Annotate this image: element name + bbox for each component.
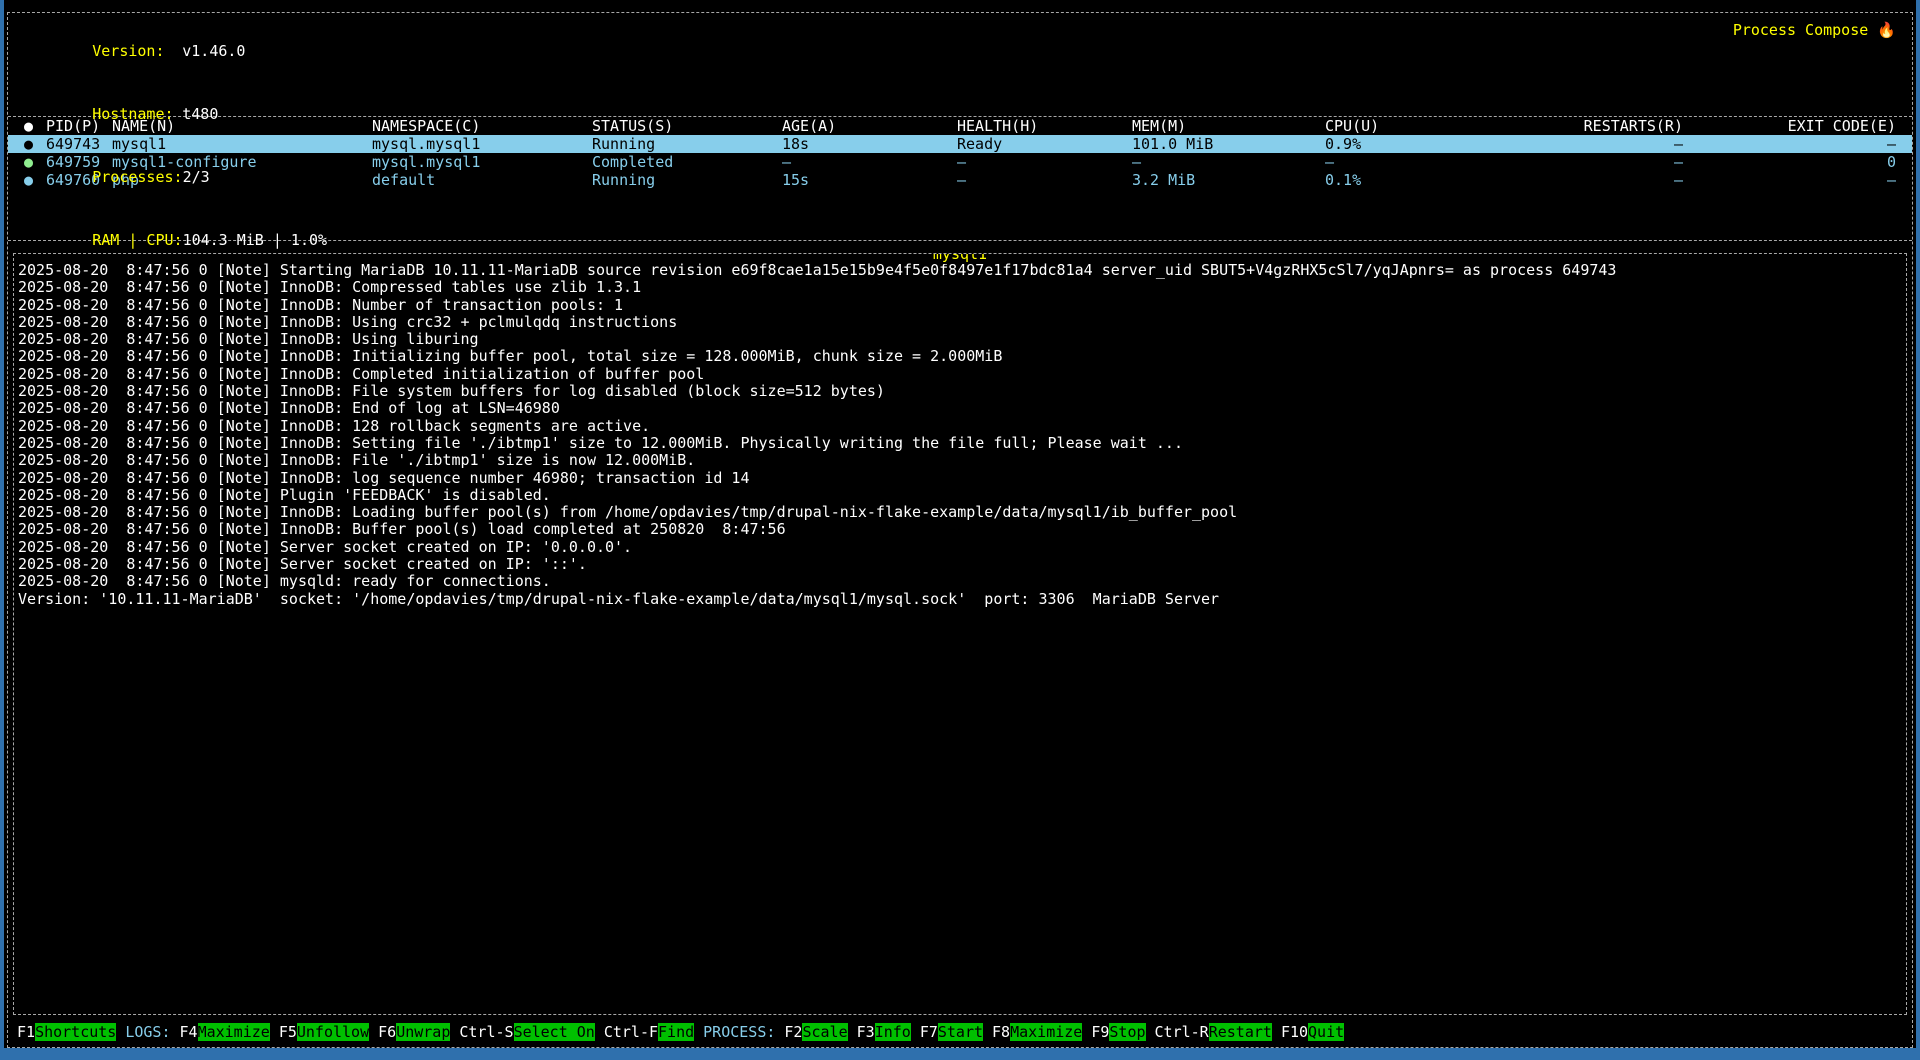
app-title: Process Compose 🔥	[1733, 20, 1896, 41]
processes-label: Processes:	[92, 167, 182, 188]
log-line: 2025-08-20 8:47:56 0 [Note] InnoDB: Comp…	[18, 279, 1902, 296]
shortcut-info[interactable]: F3Info	[857, 1023, 911, 1041]
hostname-value: t480	[182, 105, 218, 123]
shortcut-label: Shortcuts	[35, 1023, 116, 1041]
shortcut-find[interactable]: Ctrl-FFind	[604, 1023, 694, 1041]
shortcut-key: F6	[378, 1023, 396, 1041]
log-line: 2025-08-20 8:47:56 0 [Note] InnoDB: Init…	[18, 348, 1902, 365]
header-panel: Version:v1.46.0 Hostname:t480 Processes:…	[8, 13, 1912, 117]
log-line: 2025-08-20 8:47:56 0 [Note] InnoDB: Sett…	[18, 435, 1902, 452]
log-line: 2025-08-20 8:47:56 0 [Note] InnoDB: End …	[18, 400, 1902, 417]
shortcut-restart[interactable]: Ctrl-RRestart	[1155, 1023, 1272, 1041]
log-line: 2025-08-20 8:47:56 0 [Note] Starting Mar…	[18, 262, 1902, 279]
shortcut-label: Start	[938, 1023, 983, 1041]
shortcut-label: Info	[875, 1023, 911, 1041]
shortcut-stop[interactable]: F9Stop	[1091, 1023, 1145, 1041]
log-line: 2025-08-20 8:47:56 0 [Note] InnoDB: log …	[18, 470, 1902, 487]
shortcut-select-on[interactable]: Ctrl-SSelect On	[459, 1023, 594, 1041]
processes-value: 2/3	[183, 168, 210, 186]
log-lines: 2025-08-20 8:47:56 0 [Note] Starting Mar…	[18, 262, 1902, 608]
shortcut-key: F4	[180, 1023, 198, 1041]
version-line: Version:v1.46.0	[20, 20, 1900, 83]
log-line: 2025-08-20 8:47:56 0 [Note] InnoDB: File…	[18, 383, 1902, 400]
log-line: 2025-08-20 8:47:56 0 [Note] InnoDB: Load…	[18, 504, 1902, 521]
shortcut-maximize[interactable]: F8Maximize	[992, 1023, 1082, 1041]
shortcut-label: Maximize	[198, 1023, 270, 1041]
terminal-window: Version:v1.46.0 Hostname:t480 Processes:…	[0, 0, 1920, 1060]
log-line: 2025-08-20 8:47:56 0 [Note] InnoDB: Comp…	[18, 366, 1902, 383]
shortcut-label: Maximize	[1010, 1023, 1082, 1041]
shortcut-key: Ctrl-R	[1155, 1023, 1209, 1041]
shortcut-bar: F1ShortcutsLOGS:F4MaximizeF5UnfollowF6Un…	[8, 1017, 1912, 1047]
shortcut-start[interactable]: F7Start	[920, 1023, 983, 1041]
hostname-label: Hostname:	[92, 104, 182, 125]
shortcut-key: F2	[784, 1023, 802, 1041]
version-label: Version:	[92, 41, 182, 62]
shortcut-unfollow[interactable]: F5Unfollow	[279, 1023, 369, 1041]
shortcut-key: F7	[920, 1023, 938, 1041]
shortcut-key: F1	[17, 1023, 35, 1041]
shortcut-scale[interactable]: F2Scale	[784, 1023, 847, 1041]
shortcut-key: F10	[1281, 1023, 1308, 1041]
log-line: Version: '10.11.11-MariaDB' socket: '/ho…	[18, 591, 1902, 608]
log-line: 2025-08-20 8:47:56 0 [Note] InnoDB: Numb…	[18, 297, 1902, 314]
log-line: 2025-08-20 8:47:56 0 [Note] InnoDB: 128 …	[18, 418, 1902, 435]
shortcut-maximize[interactable]: F4Maximize	[180, 1023, 270, 1041]
log-panel-title: mysql1	[932, 253, 988, 264]
shortcut-key: F8	[992, 1023, 1010, 1041]
shortcut-key: Ctrl-S	[459, 1023, 513, 1041]
log-line: 2025-08-20 8:47:56 0 [Note] InnoDB: File…	[18, 452, 1902, 469]
shortcut-label: Scale	[802, 1023, 847, 1041]
shortcut-section-label: LOGS:	[125, 1023, 170, 1041]
shortcut-key: F3	[857, 1023, 875, 1041]
shortcut-label: Restart	[1209, 1023, 1272, 1041]
log-line: 2025-08-20 8:47:56 0 [Note] Server socke…	[18, 556, 1902, 573]
shortcut-label: Unfollow	[297, 1023, 369, 1041]
shortcut-label: Unwrap	[396, 1023, 450, 1041]
shortcut-quit[interactable]: F10Quit	[1281, 1023, 1344, 1041]
shortcut-label: Stop	[1109, 1023, 1145, 1041]
shortcut-label: Quit	[1308, 1023, 1344, 1041]
ram-cpu-label: RAM | CPU:	[92, 230, 182, 251]
shortcut-section-label: PROCESS:	[703, 1023, 775, 1041]
hostname-line: Hostname:t480	[20, 83, 1900, 146]
shortcut-unwrap[interactable]: F6Unwrap	[378, 1023, 450, 1041]
log-line: 2025-08-20 8:47:56 0 [Note] InnoDB: Usin…	[18, 331, 1902, 348]
log-panel[interactable]: mysql1 2025-08-20 8:47:56 0 [Note] Start…	[13, 253, 1907, 1015]
shortcut-key: F9	[1091, 1023, 1109, 1041]
version-value: v1.46.0	[182, 42, 245, 60]
log-line: 2025-08-20 8:47:56 0 [Note] Plugin 'FEED…	[18, 487, 1902, 504]
log-line: 2025-08-20 8:47:56 0 [Note] InnoDB: Usin…	[18, 314, 1902, 331]
process-compose-app: Version:v1.46.0 Hostname:t480 Processes:…	[7, 12, 1913, 1048]
shortcut-label: Select On	[514, 1023, 595, 1041]
log-line: 2025-08-20 8:47:56 0 [Note] mysqld: read…	[18, 573, 1902, 590]
ram-cpu-value: 104.3 MiB | 1.0%	[183, 231, 328, 249]
shortcut-key: F5	[279, 1023, 297, 1041]
shortcut-label: Find	[658, 1023, 694, 1041]
log-line: 2025-08-20 8:47:56 0 [Note] Server socke…	[18, 539, 1902, 556]
log-line: 2025-08-20 8:47:56 0 [Note] InnoDB: Buff…	[18, 521, 1902, 538]
shortcut-shortcuts[interactable]: F1Shortcuts	[17, 1023, 116, 1041]
shortcut-key: Ctrl-F	[604, 1023, 658, 1041]
fire-icon: 🔥	[1877, 21, 1896, 39]
processes-line: Processes:2/3	[20, 146, 1900, 209]
